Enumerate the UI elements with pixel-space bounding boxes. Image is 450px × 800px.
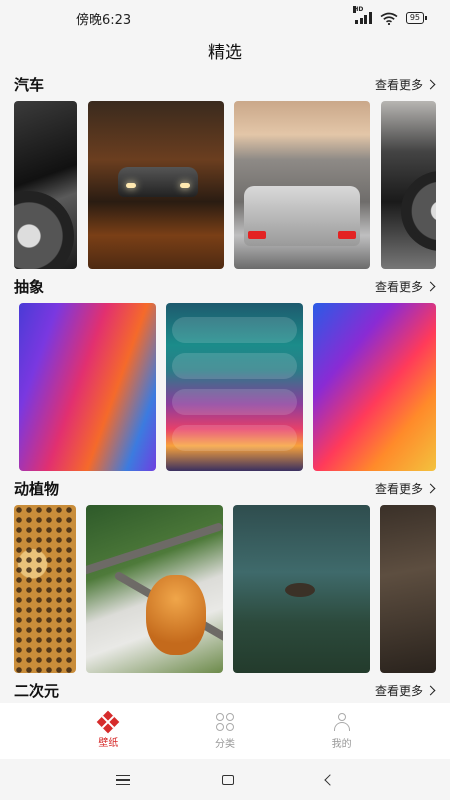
category-icon: [215, 712, 234, 731]
wallpaper-thumbnail[interactable]: [86, 505, 223, 673]
see-more-link[interactable]: 查看更多: [375, 480, 436, 497]
chevron-right-icon: [425, 281, 436, 291]
section-header: 动植物 查看更多: [0, 476, 450, 500]
wallpaper-row: [0, 303, 450, 473]
see-more-label: 查看更多: [374, 683, 423, 698]
section-title: 动植物: [14, 479, 60, 498]
wallpaper-thumbnail[interactable]: [88, 101, 224, 269]
wallpaper-thumbnail[interactable]: [234, 101, 370, 269]
profile-icon: [333, 712, 351, 731]
see-more-link[interactable]: 查看更多: [375, 682, 436, 699]
status-time: 傍晚6:23: [76, 12, 132, 28]
see-more-label: 查看更多: [374, 279, 423, 294]
wallpaper-thumbnail[interactable]: [380, 505, 436, 673]
see-more-link[interactable]: 查看更多: [375, 278, 436, 295]
status-icons: HD 95: [353, 6, 428, 25]
status-bar: 傍晚6:23 HD 95: [0, 0, 450, 36]
nav-item-profile[interactable]: 我的: [302, 712, 382, 750]
recent-apps-icon[interactable]: [116, 774, 130, 786]
page-title: 精选: [208, 43, 242, 63]
section-animals-plants: 动植物 查看更多: [0, 476, 450, 675]
see-more-label: 查看更多: [374, 77, 423, 92]
battery-level: 95: [409, 13, 420, 22]
section-header: 抽象 查看更多: [0, 274, 450, 298]
section-title: 二次元: [14, 681, 60, 700]
nav-item-wallpaper[interactable]: 壁纸: [68, 710, 148, 749]
wallpaper-thumbnail[interactable]: [233, 505, 370, 673]
section-header: 汽车 查看更多: [0, 72, 450, 96]
see-more-link[interactable]: 查看更多: [375, 76, 436, 93]
wallpaper-thumbnail[interactable]: [166, 303, 303, 471]
section-cars: 汽车 查看更多: [0, 72, 450, 271]
nav-label: 我的: [331, 738, 352, 750]
section-title: 汽车: [14, 75, 45, 94]
nav-label: 分类: [214, 738, 235, 750]
wallpaper-icon: [97, 710, 120, 733]
wifi-icon: [380, 12, 398, 25]
system-navigation-bar: [0, 760, 450, 800]
battery-icon: 95: [405, 12, 428, 24]
nav-label: 壁纸: [98, 737, 119, 749]
wallpaper-thumbnail[interactable]: [14, 101, 77, 269]
section-abstract: 抽象 查看更多: [0, 274, 450, 473]
signal-icon: HD: [353, 6, 372, 24]
wallpaper-thumbnail[interactable]: [313, 303, 436, 471]
chevron-right-icon: [425, 685, 436, 695]
section-anime: 二次元 查看更多: [0, 678, 450, 702]
home-icon[interactable]: [222, 775, 234, 785]
wallpaper-thumbnail[interactable]: [14, 505, 76, 673]
back-icon[interactable]: [324, 774, 336, 786]
section-header: 二次元 查看更多: [0, 678, 450, 702]
nav-item-category[interactable]: 分类: [185, 712, 265, 750]
section-title: 抽象: [14, 277, 45, 296]
chevron-right-icon: [425, 483, 436, 493]
wallpaper-thumbnail[interactable]: [381, 101, 436, 269]
bottom-navigation: 壁纸 分类 我的: [0, 703, 450, 759]
wallpaper-thumbnail[interactable]: [19, 303, 156, 471]
network-label: HD: [353, 6, 364, 13]
chevron-right-icon: [425, 79, 436, 89]
wallpaper-row: [0, 505, 450, 675]
see-more-label: 查看更多: [374, 481, 423, 496]
wallpaper-row: [0, 101, 450, 271]
